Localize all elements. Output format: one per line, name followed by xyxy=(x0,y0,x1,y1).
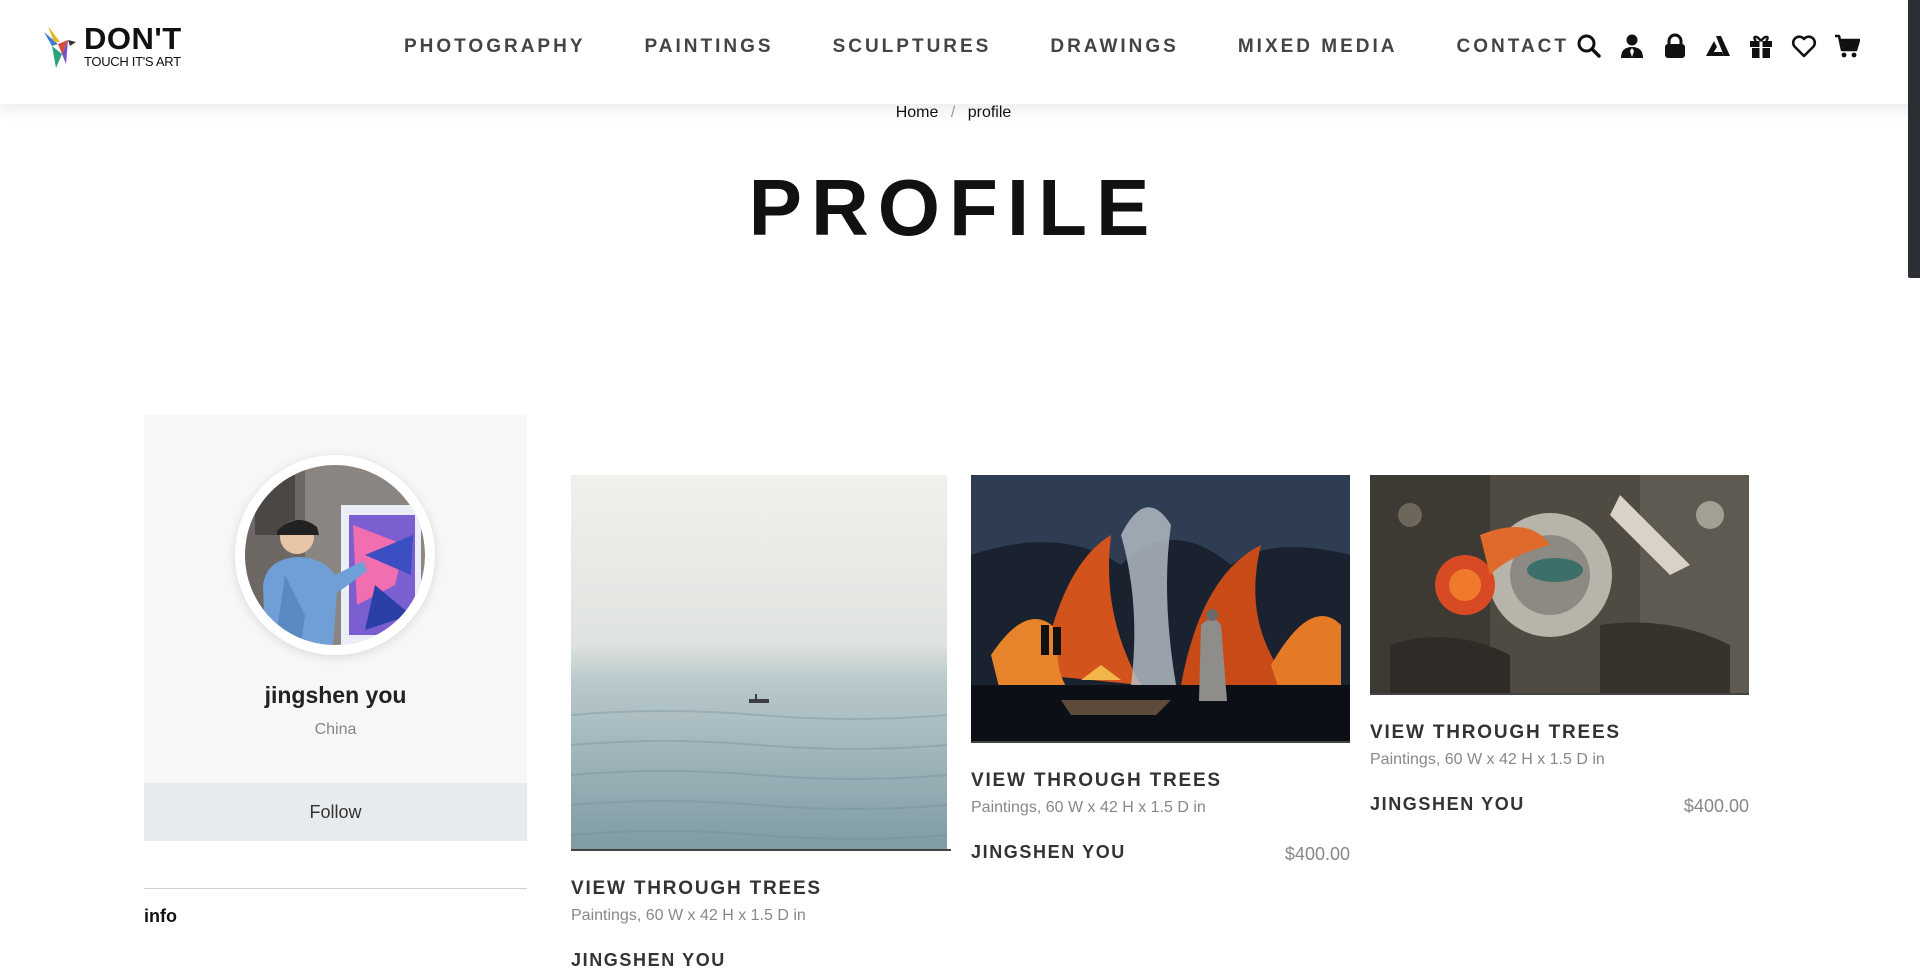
avatar-photo xyxy=(245,465,425,645)
artwork-card[interactable]: VIEW THROUGH TREES Paintings, 60 W x 42 … xyxy=(971,475,1350,866)
header-icon-bar xyxy=(1575,32,1861,60)
artwork-image-sea[interactable] xyxy=(571,475,951,851)
breadcrumb-separator: / xyxy=(950,104,956,121)
nav-photography[interactable]: PHOTOGRAPHY xyxy=(404,36,586,58)
logo-subtitle: TOUCH IT'S ART xyxy=(84,54,181,69)
site-header: DON'T TOUCH IT'S ART PHOTOGRAPHY PAINTIN… xyxy=(0,0,1920,104)
scrollbar-thumb[interactable] xyxy=(1908,0,1920,278)
gift-icon[interactable] xyxy=(1747,32,1775,60)
nav-paintings[interactable]: PAINTINGS xyxy=(645,36,774,58)
nav-mixed-media[interactable]: MIXED MEDIA xyxy=(1238,36,1398,58)
artwork-title[interactable]: VIEW THROUGH TREES xyxy=(971,770,1350,792)
logo-title: DON'T xyxy=(84,21,182,56)
info-divider xyxy=(144,888,527,889)
artwork-price: $400.00 xyxy=(1284,844,1350,864)
site-logo[interactable]: DON'T TOUCH IT'S ART xyxy=(42,21,182,70)
nav-drawings[interactable]: DRAWINGS xyxy=(1050,36,1179,58)
avatar xyxy=(235,455,435,655)
artwork-footer: JINGSHEN YOU $400.00 xyxy=(971,842,1350,866)
artist-logo-icon[interactable] xyxy=(1704,32,1732,60)
profile-name: jingshen you xyxy=(264,682,407,708)
nav-sculptures[interactable]: SCULPTURES xyxy=(833,36,992,58)
artwork-image-fire[interactable] xyxy=(971,475,1350,743)
artwork-artist[interactable]: JINGSHEN YOU xyxy=(971,842,1126,863)
breadcrumb-current: profile xyxy=(967,104,1012,121)
artwork-title[interactable]: VIEW THROUGH TREES xyxy=(1370,722,1749,744)
artwork-meta: Paintings, 60 W x 42 H x 1.5 D in xyxy=(571,907,806,924)
artwork-meta: Paintings, 60 W x 42 H x 1.5 D in xyxy=(1370,751,1605,768)
artwork-footer: JINGSHEN YOU $400.00 xyxy=(1370,794,1749,818)
profile-country: China xyxy=(314,721,357,738)
cart-icon[interactable] xyxy=(1833,32,1861,60)
heart-icon[interactable] xyxy=(1790,32,1818,60)
artwork-card[interactable]: VIEW THROUGH TREES Paintings, 60 W x 42 … xyxy=(1370,475,1749,818)
artwork-price: $400.00 xyxy=(1683,796,1749,816)
artwork-card[interactable]: VIEW THROUGH TREES Paintings, 60 W x 42 … xyxy=(571,475,951,974)
search-icon[interactable] xyxy=(1575,32,1603,60)
follow-button[interactable]: Follow xyxy=(144,783,527,841)
page-title: PROFILE xyxy=(748,163,1159,252)
artwork-footer: JINGSHEN YOU xyxy=(571,950,951,974)
breadcrumb-home-link[interactable]: Home xyxy=(896,104,939,121)
artwork-artist[interactable]: JINGSHEN YOU xyxy=(1370,794,1525,815)
profile-card: jingshen you China xyxy=(144,415,527,783)
artwork-meta: Paintings, 60 W x 42 H x 1.5 D in xyxy=(971,799,1206,816)
info-heading: info xyxy=(144,906,177,926)
artwork-artist[interactable]: JINGSHEN YOU xyxy=(571,950,726,971)
artwork-image-surreal[interactable] xyxy=(1370,475,1749,695)
artwork-title[interactable]: VIEW THROUGH TREES xyxy=(571,878,951,900)
lock-icon[interactable] xyxy=(1661,32,1689,60)
main-nav: PHOTOGRAPHY PAINTINGS SCULPTURES DRAWING… xyxy=(404,36,1569,58)
nav-contact[interactable]: CONTACT xyxy=(1457,36,1569,58)
breadcrumb: Home / profile xyxy=(0,104,1907,122)
hummingbird-logo-icon xyxy=(44,26,76,68)
user-icon[interactable] xyxy=(1618,32,1646,60)
